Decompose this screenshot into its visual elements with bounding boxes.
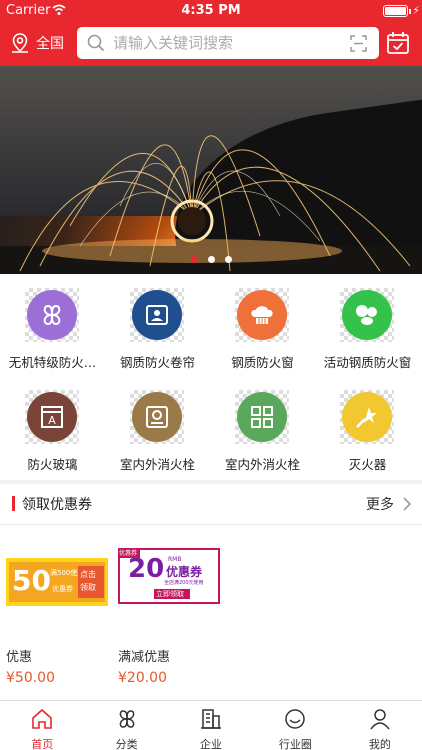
location-pin-icon <box>12 33 28 53</box>
more-link[interactable]: 更多 <box>366 494 394 514</box>
battery-icon <box>383 5 408 17</box>
smiley-icon <box>285 709 306 729</box>
category-label: 防火玻璃 <box>27 457 78 472</box>
category-item[interactable]: 钢质防火卷帘 <box>105 282 210 378</box>
tab-enterprise[interactable]: 企业 <box>169 701 253 750</box>
category-item[interactable]: 室内外消火栓 <box>105 384 210 480</box>
text-frame-icon: A <box>27 392 77 442</box>
coupon-card[interactable]: 50 满500使用 优惠券 点击 领取 优惠 ¥50.00 <box>6 548 116 686</box>
category-label: 室内外消火栓 <box>224 457 300 472</box>
category-label: 灭火器 <box>348 457 387 472</box>
location-selector[interactable]: 全国 <box>10 32 64 54</box>
coupon-price: ¥50.00 <box>6 670 55 686</box>
coupon-section-header: 领取优惠券 更多 <box>0 484 422 524</box>
coupon-image: 优惠券 20 RMB 优惠券 全店满200元使用 立即领取 <box>118 548 220 604</box>
scan-icon[interactable] <box>350 35 367 52</box>
category-item[interactable]: 活动钢质防火窗 <box>315 282 420 378</box>
search-box[interactable] <box>77 27 379 59</box>
chef-hat-icon <box>237 290 287 340</box>
tab-category[interactable]: 分类 <box>84 701 168 750</box>
charging-icon: ⚡ <box>412 4 420 17</box>
section-title: 领取优惠券 <box>22 497 92 513</box>
coupon-price: ¥20.00 <box>118 670 167 686</box>
contact-card-icon <box>132 290 182 340</box>
status-bar: Carrier 4:35 PM ⚡ <box>0 0 422 22</box>
bottom-tab-bar: 首页 分类 企业 行业圈 我的 <box>0 700 422 750</box>
coupon-card[interactable]: 优惠券 20 RMB 优惠券 全店满200元使用 立即领取 满减优惠 ¥20.0… <box>118 548 228 686</box>
banner-image <box>19 135 411 272</box>
category-item[interactable]: 灭火器 <box>315 384 420 480</box>
category-item[interactable]: A 防火玻璃 <box>0 384 105 480</box>
badge-frame-icon <box>132 392 182 442</box>
magic-star-icon <box>342 392 392 442</box>
search-input[interactable] <box>113 27 343 59</box>
category-item[interactable]: 无机特级防火… <box>0 282 105 378</box>
banner-carousel[interactable] <box>0 66 422 274</box>
tab-industry-circle[interactable]: 行业圈 <box>253 701 337 750</box>
tab-profile[interactable]: 我的 <box>338 701 422 750</box>
carousel-dot[interactable] <box>224 256 232 263</box>
location-label: 全国 <box>36 36 64 52</box>
category-label: 活动钢质防火窗 <box>323 355 412 370</box>
category-label: 无机特级防火… <box>8 355 97 370</box>
pills-icon <box>342 290 392 340</box>
category-icon <box>119 710 134 728</box>
category-label: 室内外消火栓 <box>119 457 195 472</box>
coupon-name: 优惠 <box>6 650 33 665</box>
chevron-right-icon[interactable] <box>402 496 412 512</box>
grid-icon <box>237 392 287 442</box>
category-item[interactable]: 室内外消火栓 <box>210 384 315 480</box>
clock: 4:35 PM <box>181 3 241 18</box>
coupon-image: 50 满500使用 优惠券 点击 领取 <box>6 558 108 606</box>
home-icon <box>32 708 53 729</box>
category-grid: 无机特级防火… 钢质防火卷帘 钢质防火窗 活动钢质防火窗 A 防火玻璃 室内外消… <box>0 282 422 477</box>
category-label: 钢质防火窗 <box>231 355 294 370</box>
carousel-dot[interactable] <box>207 256 215 263</box>
building-icon <box>201 709 222 729</box>
search-icon <box>87 34 105 52</box>
section-accent-bar <box>12 496 15 511</box>
top-nav-bar: 全国 <box>0 22 422 66</box>
clover-icon <box>27 290 77 340</box>
tab-home[interactable]: 首页 <box>0 701 84 750</box>
svg-text:A: A <box>48 414 56 427</box>
carousel-indicator[interactable] <box>0 256 422 263</box>
carousel-dot[interactable] <box>190 256 198 263</box>
category-item[interactable]: 钢质防火窗 <box>210 282 315 378</box>
category-label: 钢质防火卷帘 <box>119 355 195 370</box>
coupon-name: 满减优惠 <box>118 650 171 665</box>
calendar-check-icon[interactable] <box>386 31 410 55</box>
user-icon <box>370 709 390 730</box>
